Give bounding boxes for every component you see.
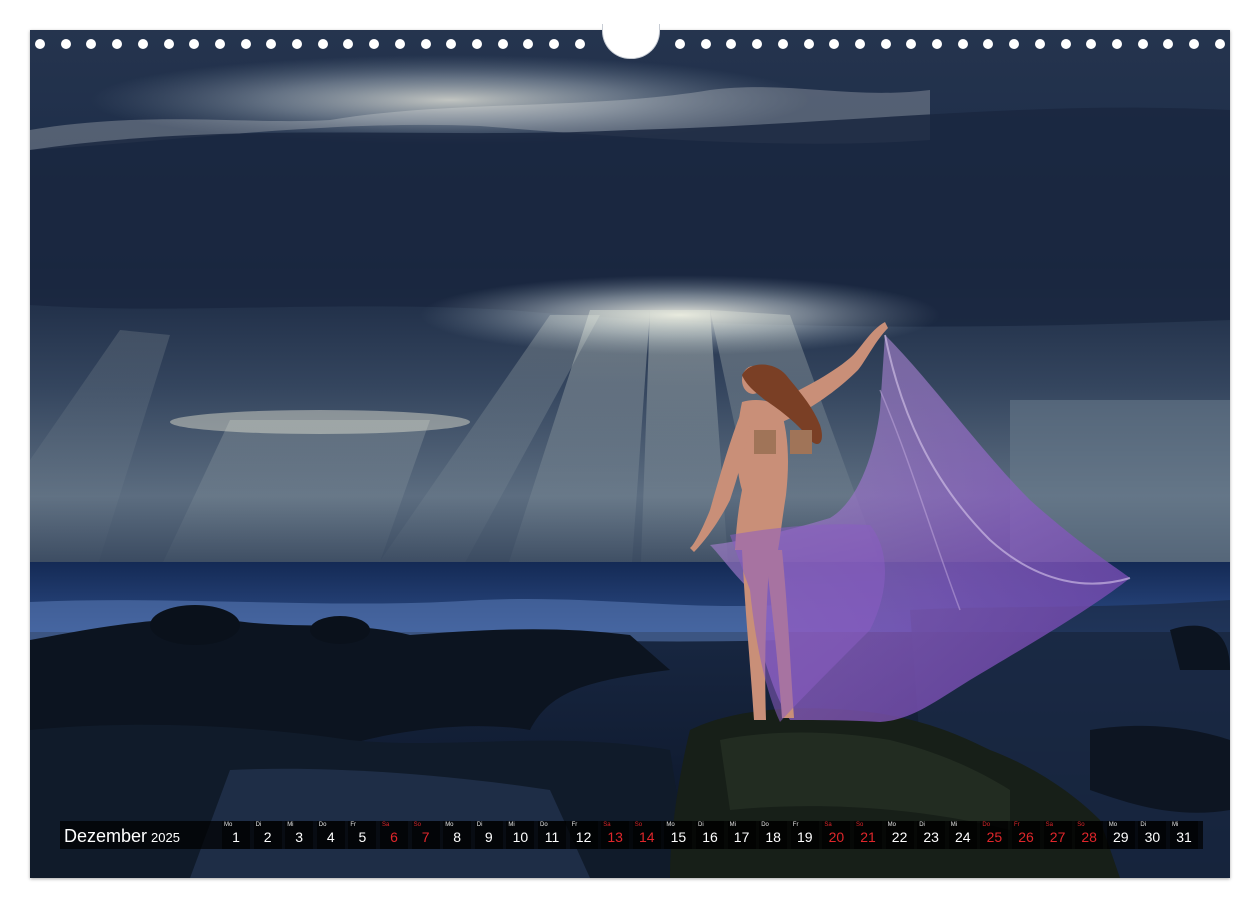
- day-weekday: Do: [318, 822, 327, 828]
- day-cell: Di 9: [474, 821, 503, 849]
- day-weekday: Mo: [224, 822, 233, 828]
- day-weekday: Sa: [824, 822, 832, 828]
- day-weekday: Di: [255, 822, 262, 828]
- day-cell: Sa 13: [601, 821, 630, 849]
- day-cell: Do 11: [538, 821, 566, 849]
- day-weekday: Mi: [1172, 822, 1179, 828]
- day-cell: So 14: [632, 821, 661, 849]
- day-number: 8: [453, 829, 462, 845]
- day-number: 24: [955, 829, 971, 845]
- day-cell: Mo 8: [443, 821, 472, 849]
- day-weekday: So: [1077, 822, 1085, 828]
- calendar-page: [30, 30, 1230, 878]
- day-cell: Di 30: [1138, 821, 1167, 849]
- day-weekday: Fr: [350, 822, 357, 828]
- day-cell: Mo 22: [885, 821, 914, 849]
- day-weekday: Mo: [1108, 822, 1118, 828]
- day-weekday: Fr: [571, 822, 578, 828]
- day-number: 10: [512, 829, 529, 845]
- day-weekday: Mo: [666, 822, 675, 828]
- day-cell: Fr 26: [1012, 821, 1040, 849]
- day-weekday: Fr: [792, 822, 799, 828]
- day-number: 12: [575, 829, 592, 845]
- day-number: 17: [733, 829, 750, 845]
- day-number: 23: [923, 829, 939, 845]
- day-cell: Mi 17: [727, 821, 756, 849]
- day-number: 11: [544, 829, 560, 845]
- day-cell: Sa 27: [1043, 821, 1072, 849]
- day-cell: So 28: [1075, 821, 1104, 849]
- day-weekday: Mi: [729, 822, 736, 828]
- day-cell: Mi 24: [948, 821, 977, 849]
- day-cell: Do 4: [316, 821, 345, 849]
- day-number: 31: [1176, 829, 1192, 845]
- day-cell: So 21: [854, 821, 882, 849]
- day-weekday: Sa: [603, 822, 611, 828]
- day-cell: Mo 1: [222, 821, 250, 849]
- day-cell: Fr 5: [348, 821, 377, 849]
- day-number: 7: [421, 829, 430, 845]
- day-weekday: Mo: [445, 822, 454, 828]
- day-cell: Mo 29: [1106, 821, 1135, 849]
- day-cell: Do 25: [980, 821, 1009, 849]
- day-number: 19: [797, 829, 813, 845]
- day-weekday: Sa: [382, 822, 390, 828]
- day-number: 3: [295, 829, 304, 845]
- day-weekday: Sa: [1045, 822, 1053, 828]
- day-number: 21: [860, 829, 876, 845]
- day-weekday: Di: [919, 822, 925, 828]
- day-number: 5: [358, 829, 367, 845]
- day-number: 13: [607, 829, 623, 845]
- day-cell: Mi 31: [1170, 821, 1198, 849]
- day-weekday: Do: [982, 822, 991, 828]
- day-cell: Sa 6: [380, 821, 408, 849]
- day-cell: Di 23: [917, 821, 946, 849]
- day-weekday: Di: [476, 822, 483, 828]
- day-weekday: Do: [761, 822, 769, 828]
- day-number: 25: [986, 829, 1003, 845]
- month-label: Dezember 2025: [64, 825, 180, 847]
- day-cell: Di 2: [253, 821, 282, 849]
- day-number: 30: [1144, 829, 1161, 845]
- day-cell: Mo 15: [664, 821, 693, 849]
- day-cell: Di 16: [696, 821, 724, 849]
- day-number: 27: [1049, 829, 1066, 845]
- day-weekday: Mi: [950, 822, 958, 828]
- day-number: 18: [765, 829, 781, 845]
- day-number: 28: [1081, 829, 1097, 845]
- day-weekday: Do: [540, 822, 548, 828]
- day-number: 26: [1018, 829, 1034, 845]
- day-number: 9: [484, 829, 493, 845]
- year: 2025: [151, 830, 180, 845]
- day-weekday: Di: [1140, 822, 1147, 828]
- day-weekday: Fr: [1014, 822, 1020, 828]
- day-weekday: So: [413, 822, 421, 828]
- day-number: 16: [702, 829, 718, 845]
- day-cell: So 7: [411, 821, 440, 849]
- day-cell: Mi 3: [285, 821, 314, 849]
- day-weekday: So: [634, 822, 643, 828]
- day-cell: Fr 19: [790, 821, 819, 849]
- day-cell: Sa 20: [822, 821, 851, 849]
- day-weekday: Di: [698, 822, 704, 828]
- day-weekday: Mi: [287, 822, 294, 828]
- day-cell: Fr 12: [569, 821, 598, 849]
- photo: [30, 30, 1230, 878]
- day-weekday: So: [856, 822, 864, 828]
- day-cell: Do 18: [759, 821, 788, 849]
- day-number: 15: [670, 829, 687, 845]
- calendar-strip: Dezember 2025 Mo 1 Di 2 Mi 3 Do 4 Fr 5 Sa 6 So 7 Mo 8 Di 9…: [60, 821, 1203, 849]
- day-weekday: Mi: [508, 822, 515, 828]
- day-number: 1: [232, 829, 240, 845]
- day-number: 14: [639, 829, 655, 845]
- day-number: 6: [390, 829, 398, 845]
- day-number: 29: [1113, 829, 1129, 845]
- day-number: 22: [891, 829, 908, 845]
- day-number: 20: [828, 829, 845, 845]
- day-cell: Mi 10: [506, 821, 535, 849]
- day-weekday: Mo: [887, 822, 896, 828]
- month-name: Dezember: [64, 826, 148, 846]
- day-number: 2: [263, 829, 272, 845]
- day-number: 4: [326, 829, 335, 845]
